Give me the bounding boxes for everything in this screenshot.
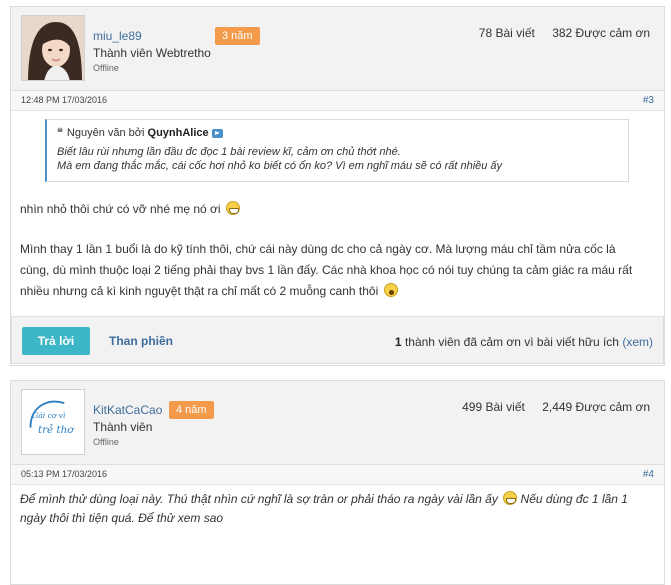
post-date: 05:13 PM 17/03/2016 — [21, 469, 108, 479]
username[interactable]: KitKatCaCao — [93, 403, 162, 417]
quote-block: ❝ Nguyên văn bởi QuynhAlice Biết lâu rùi … — [45, 119, 629, 182]
post-count: 499 Bài viết — [462, 400, 525, 414]
grin-emoji-icon — [503, 491, 518, 505]
user-rank: Thành viên Webtretho — [93, 46, 211, 60]
post-count: 78 Bài viết — [478, 26, 535, 40]
avatar[interactable]: Gái cơ vì trẻ thơ — [21, 389, 85, 455]
post-date: 12:48 PM 17/03/2016 — [21, 95, 108, 105]
post-message-line: nhìn nhỏ thôi chứ có vỡ nhé mẹ nó ơi — [20, 199, 240, 220]
grin-emoji-icon — [225, 201, 240, 215]
post-user-info: Gái cơ vì trẻ thơ KitKatCaCao 4 năm Thàn… — [11, 381, 664, 465]
post-user-info: miu_le89 3 năm Thành viên Webtretho Offl… — [11, 7, 664, 91]
quote-line: Biết lâu rùi nhưng lần đầu đc đọc 1 bài … — [57, 146, 401, 158]
user-stats: 499 Bài viết 2,449 Được cảm ơn — [448, 400, 650, 414]
membership-years-badge: 4 năm — [169, 401, 214, 419]
user-stats: 78 Bài viết 382 Được cảm ơn — [465, 26, 650, 40]
avatar[interactable] — [21, 15, 85, 81]
view-thanks-link[interactable]: (xem) — [622, 335, 653, 349]
online-status: Offline — [93, 437, 119, 447]
message-text: nhìn nhỏ thôi chứ có vỡ nhé mẹ nó ơi — [20, 202, 221, 216]
post-permalink[interactable]: #3 — [643, 95, 654, 106]
quote-line: Mà em đang thắc mắc, cái cốc hơi nhỏ ko … — [57, 160, 503, 172]
thanks-text: thành viên đã cảm ơn vì bài viết hữu ích — [404, 335, 619, 349]
message-text: Để mình thử dùng loại này. Thú thật nhìn… — [20, 492, 498, 506]
post-4: Gái cơ vì trẻ thơ KitKatCaCao 4 năm Thàn… — [10, 380, 665, 585]
quote-header: ❝ Nguyên văn bởi QuynhAlice — [57, 126, 223, 139]
quote-author[interactable]: QuynhAlice — [148, 127, 209, 139]
shocked-emoji-icon — [383, 283, 398, 297]
avatar-logo: Gái cơ vì trẻ thơ — [22, 390, 84, 452]
quote-icon: ❝ — [57, 127, 63, 139]
post-message-paragraph: Để mình thử dùng loại này. Thú thật nhìn… — [20, 490, 640, 528]
logo-text: trẻ thơ — [38, 423, 75, 436]
user-rank: Thành viên — [93, 420, 153, 434]
avatar-photo — [22, 16, 84, 80]
post-actions: Trả lời Than phiền 1 thành viên đã cảm ơ… — [11, 316, 664, 364]
view-post-arrow-icon[interactable] — [211, 128, 223, 138]
logo-text: Gái cơ vì — [32, 411, 66, 420]
reply-button[interactable]: Trả lời — [22, 327, 90, 355]
post-permalink[interactable]: #4 — [643, 469, 654, 480]
membership-years-badge: 3 năm — [215, 27, 260, 45]
message-text: Mình thay 1 lần 1 buổi là do kỹ tính thô… — [20, 242, 633, 298]
username[interactable]: miu_le89 — [93, 29, 142, 43]
post-3: miu_le89 3 năm Thành viên Webtretho Offl… — [10, 6, 665, 366]
post-meta: 12:48 PM 17/03/2016 #3 — [11, 91, 664, 111]
thanks-count: 382 Được cảm ơn — [552, 26, 650, 40]
post-message-paragraph: Mình thay 1 lần 1 buổi là do kỹ tính thô… — [20, 239, 640, 302]
post-meta: 05:13 PM 17/03/2016 #4 — [11, 465, 664, 485]
online-status: Offline — [93, 63, 119, 73]
thanks-member-count: 1 — [394, 335, 402, 349]
post-footer-wrap: Trả lời Than phiền 1 thành viên đã cảm ơ… — [10, 316, 665, 366]
quote-text: Biết lâu rùi nhưng lần đầu đc đọc 1 bài … — [57, 145, 502, 173]
thanks-summary: 1 thành viên đã cảm ơn vì bài viết hữu í… — [395, 335, 653, 349]
quote-prefix: Nguyên văn bởi — [66, 127, 145, 139]
thanks-count: 2,449 Được cảm ơn — [542, 400, 650, 414]
report-link[interactable]: Than phiền — [109, 334, 173, 348]
